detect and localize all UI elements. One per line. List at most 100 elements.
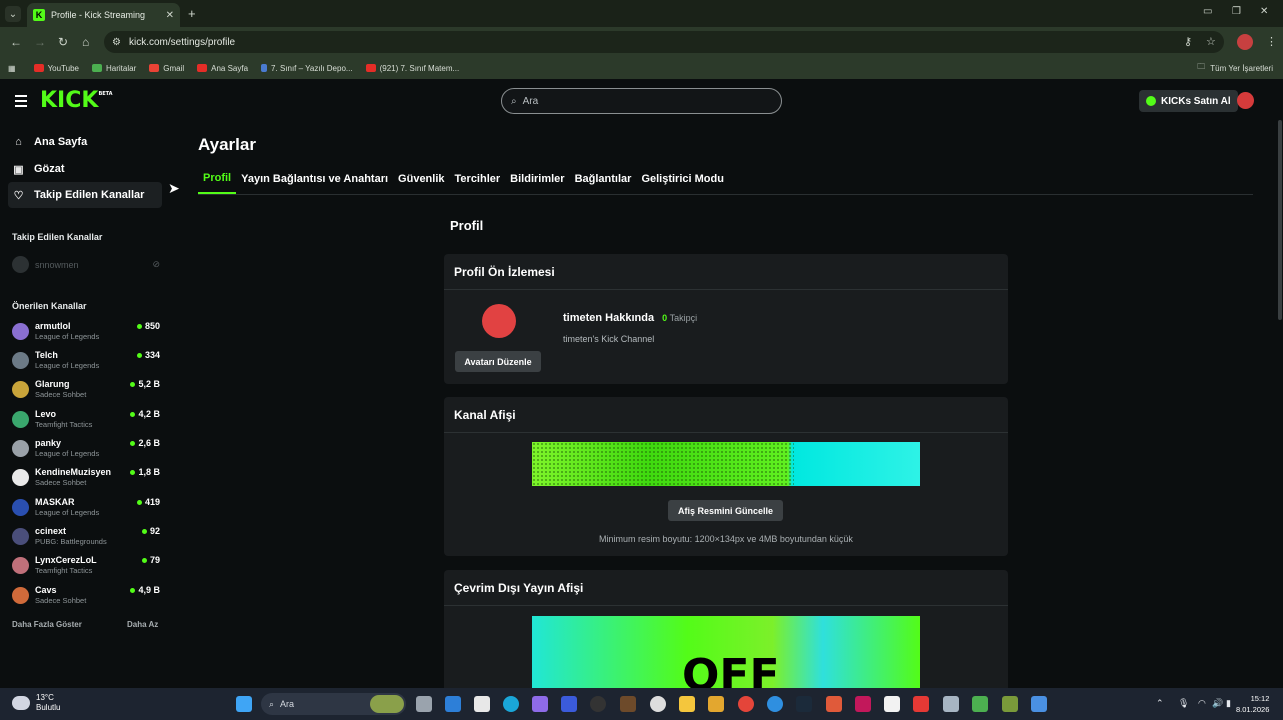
tray-chevron-icon[interactable]: ⌃ xyxy=(1156,698,1164,709)
steam-icon[interactable] xyxy=(796,696,812,712)
tab-title: Profile - Kick Streaming xyxy=(51,10,146,20)
recommended-channel-item[interactable]: armutlol League of Legends 850 xyxy=(12,320,160,348)
app-icon[interactable] xyxy=(943,696,959,712)
channel-category: Sadece Sohbet xyxy=(35,390,87,399)
show-more-link[interactable]: Daha Fazla Göster xyxy=(12,620,82,629)
recommended-channel-item[interactable]: Levo Teamfight Tactics 4,2 B xyxy=(12,408,160,436)
sidebar-item-home[interactable]: ⌂ Ana Sayfa xyxy=(8,129,162,155)
recommended-channel-item[interactable]: KendineMuzisyen Sadece Sohbet 1,8 B xyxy=(12,466,160,494)
bookmark-maps[interactable]: Haritalar xyxy=(92,64,136,73)
home-icon[interactable]: ⌂ xyxy=(82,35,89,49)
maximize-icon[interactable]: ❐ xyxy=(1232,6,1241,17)
channel-category: League of Legends xyxy=(35,332,100,341)
app-icon[interactable] xyxy=(826,696,842,712)
battery-icon[interactable]: ▮ xyxy=(1226,698,1231,709)
app-icon[interactable] xyxy=(913,696,929,712)
user-avatar[interactable] xyxy=(1237,92,1254,109)
edge-icon[interactable] xyxy=(503,696,519,712)
apps-grid-icon[interactable]: ▦ xyxy=(8,64,16,73)
tab-stream-key[interactable]: Yayın Bağlantısı ve Anahtarı xyxy=(236,164,393,194)
date: 8.01.2026 xyxy=(1236,705,1270,714)
copilot-icon[interactable] xyxy=(532,696,548,712)
tab-search-icon[interactable]: ⌄ xyxy=(5,6,21,22)
reload-icon[interactable]: ↻ xyxy=(58,35,68,49)
tab-developer[interactable]: Geliştirici Modu xyxy=(636,164,729,194)
store-icon[interactable] xyxy=(474,696,490,712)
bookmark-star-icon[interactable]: ☆ xyxy=(1206,35,1216,48)
update-banner-button[interactable]: Afiş Resmini Güncelle xyxy=(668,500,783,521)
close-tab-icon[interactable]: ✕ xyxy=(166,10,174,21)
site-info-icon[interactable]: ⚙ xyxy=(112,37,121,48)
browser-tab[interactable]: K Profile - Kick Streaming ✕ xyxy=(27,3,180,27)
minecraft-icon[interactable] xyxy=(972,696,988,712)
new-tab-icon[interactable]: + xyxy=(188,6,196,21)
browser-profile-avatar[interactable] xyxy=(1237,34,1253,50)
recommended-channel-item[interactable]: Telch League of Legends 334 xyxy=(12,349,160,377)
wifi-icon[interactable]: ◠ xyxy=(1198,698,1206,709)
app-icon[interactable] xyxy=(767,696,783,712)
channel-name: ccinext xyxy=(35,526,67,536)
followed-channel-item[interactable]: snnowmen ⊘ xyxy=(12,256,160,273)
windows-taskbar: 13°C Bulutlu ⌕ Ara ⌃ 🎙 ◠ 🔊 ▮ 15:12 8.01.2… xyxy=(0,688,1283,720)
microphone-icon[interactable]: 🎙 xyxy=(1178,698,1189,709)
bookmark-depo[interactable]: 7. Sınıf – Yazılı Depo... xyxy=(261,64,353,73)
bookmark-home[interactable]: Ana Sayfa xyxy=(197,64,248,73)
recommended-channel-item[interactable]: Cavs Sadece Sohbet 4,9 B xyxy=(12,584,160,612)
search-icon: ⌕ xyxy=(269,698,275,709)
rockstar-icon[interactable] xyxy=(708,696,724,712)
clock[interactable]: 15:12 8.01.2026 xyxy=(1236,693,1269,715)
bookmark-matematik[interactable]: (921) 7. Sınıf Matem... xyxy=(365,64,459,73)
windows-start-icon[interactable] xyxy=(236,696,252,712)
bookmark-gmail[interactable]: Gmail xyxy=(149,64,184,73)
app-icon[interactable] xyxy=(561,696,577,712)
tab-preferences[interactable]: Tercihler xyxy=(450,164,506,194)
tab-connections[interactable]: Bağlantılar xyxy=(570,164,637,194)
buy-kicks-button[interactable]: KICKs Satın Al xyxy=(1139,90,1238,112)
volume-icon[interactable]: 🔊 xyxy=(1212,698,1223,709)
show-less-link[interactable]: Daha Az xyxy=(127,620,158,629)
file-explorer-icon[interactable] xyxy=(679,696,695,712)
channel-name: LynxCerezLoL xyxy=(35,555,97,565)
app-icon[interactable] xyxy=(855,696,871,712)
minimize-icon[interactable]: ▭ xyxy=(1203,6,1212,17)
task-view-icon[interactable] xyxy=(416,696,432,712)
app-icon[interactable] xyxy=(1031,696,1047,712)
search-input[interactable]: ⌕ Ara xyxy=(501,88,782,114)
live-dot-icon xyxy=(141,557,147,563)
app-icon[interactable] xyxy=(620,696,636,712)
recommended-channel-item[interactable]: ccinext PUBG: Battlegrounds 92 xyxy=(12,525,160,553)
all-bookmarks[interactable]: 🗀 Tüm Yer İşaretleri xyxy=(1197,61,1273,75)
recommended-channel-item[interactable]: panky League of Legends 2,6 B xyxy=(12,437,160,465)
settings-tabs: Profil Yayın Bağlantısı ve Anahtarı Güve… xyxy=(198,164,1253,195)
tab-security[interactable]: Güvenlik xyxy=(393,164,449,194)
recommended-channel-item[interactable]: MASKAR League of Legends 419 xyxy=(12,496,160,524)
recommended-channel-item[interactable]: LynxCerezLoL Teamfight Tactics 79 xyxy=(12,554,160,582)
tab-notifications[interactable]: Bildirimler xyxy=(505,164,569,194)
mail-icon[interactable] xyxy=(445,696,461,712)
chrome-icon[interactable] xyxy=(738,696,754,712)
password-key-icon[interactable]: ⚷ xyxy=(1184,35,1192,48)
edit-avatar-button[interactable]: Avatarı Düzenle xyxy=(455,351,541,372)
chatgpt-icon[interactable] xyxy=(650,696,666,712)
live-dot-icon xyxy=(136,323,142,329)
viewer-count: 1,8 B xyxy=(130,466,160,478)
forward-icon[interactable]: → xyxy=(34,35,46,49)
kick-page: KICKBETA ⌕ Ara KICKs Satın Al ⌂ Ana Sayf… xyxy=(0,80,1283,688)
channel-category: Sadece Sohbet xyxy=(35,596,87,605)
menu-dots-icon[interactable]: ⋮ xyxy=(1266,35,1277,48)
sidebar-item-following[interactable]: ♡ Takip Edilen Kanallar xyxy=(8,182,162,208)
close-window-icon[interactable]: ✕ xyxy=(1260,6,1268,17)
url-field[interactable]: ⚙ kick.com/settings/profile xyxy=(104,31,1224,53)
sidebar-item-browse[interactable]: ▣ Gözat xyxy=(8,156,162,182)
tab-profile[interactable]: Profil xyxy=(198,164,237,194)
weather-widget[interactable]: 13°C Bulutlu xyxy=(12,693,60,713)
taskbar-search[interactable]: ⌕ Ara xyxy=(261,693,406,715)
back-icon[interactable]: ← xyxy=(10,35,22,49)
scrollbar[interactable] xyxy=(1278,120,1282,320)
app-icon[interactable] xyxy=(1002,696,1018,712)
app-icon[interactable] xyxy=(590,696,606,712)
recommended-channel-item[interactable]: Glarung Sadece Sohbet 5,2 B xyxy=(12,378,160,406)
viewer-count: 334 xyxy=(136,349,160,361)
bookmark-youtube[interactable]: YouTube xyxy=(33,64,79,73)
notepad-icon[interactable] xyxy=(884,696,900,712)
